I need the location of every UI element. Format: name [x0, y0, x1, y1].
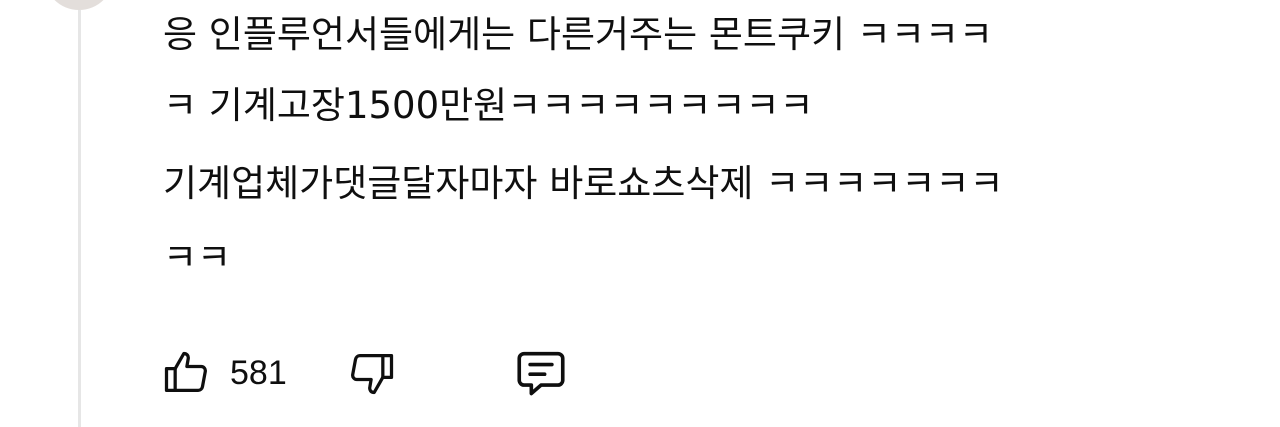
like-button[interactable]: 581	[160, 345, 287, 401]
avatar[interactable]	[44, 0, 114, 10]
comment-line: 응 인플루언서들에게는 다른거주는 몬트쿠키 ㅋㅋㅋㅋ	[163, 13, 993, 56]
comment-line: 기계업체가댓글달자마자 바로쇼츠삭제 ㅋㅋㅋㅋㅋㅋㅋ	[163, 162, 1004, 205]
comment-line: ㅋ 기계고장1500만원ㅋㅋㅋㅋㅋㅋㅋㅋㅋ	[163, 84, 814, 127]
dislike-button[interactable]	[346, 345, 398, 401]
thumbs-up-icon	[160, 347, 212, 399]
comment-actions: 581	[160, 345, 760, 401]
like-count: 581	[230, 353, 287, 392]
comment-line: ㅋㅋ	[163, 236, 232, 279]
comment-icon	[512, 344, 570, 402]
reply-button[interactable]	[512, 345, 570, 401]
thumbs-down-icon	[346, 347, 398, 399]
thread-line	[78, 10, 81, 427]
